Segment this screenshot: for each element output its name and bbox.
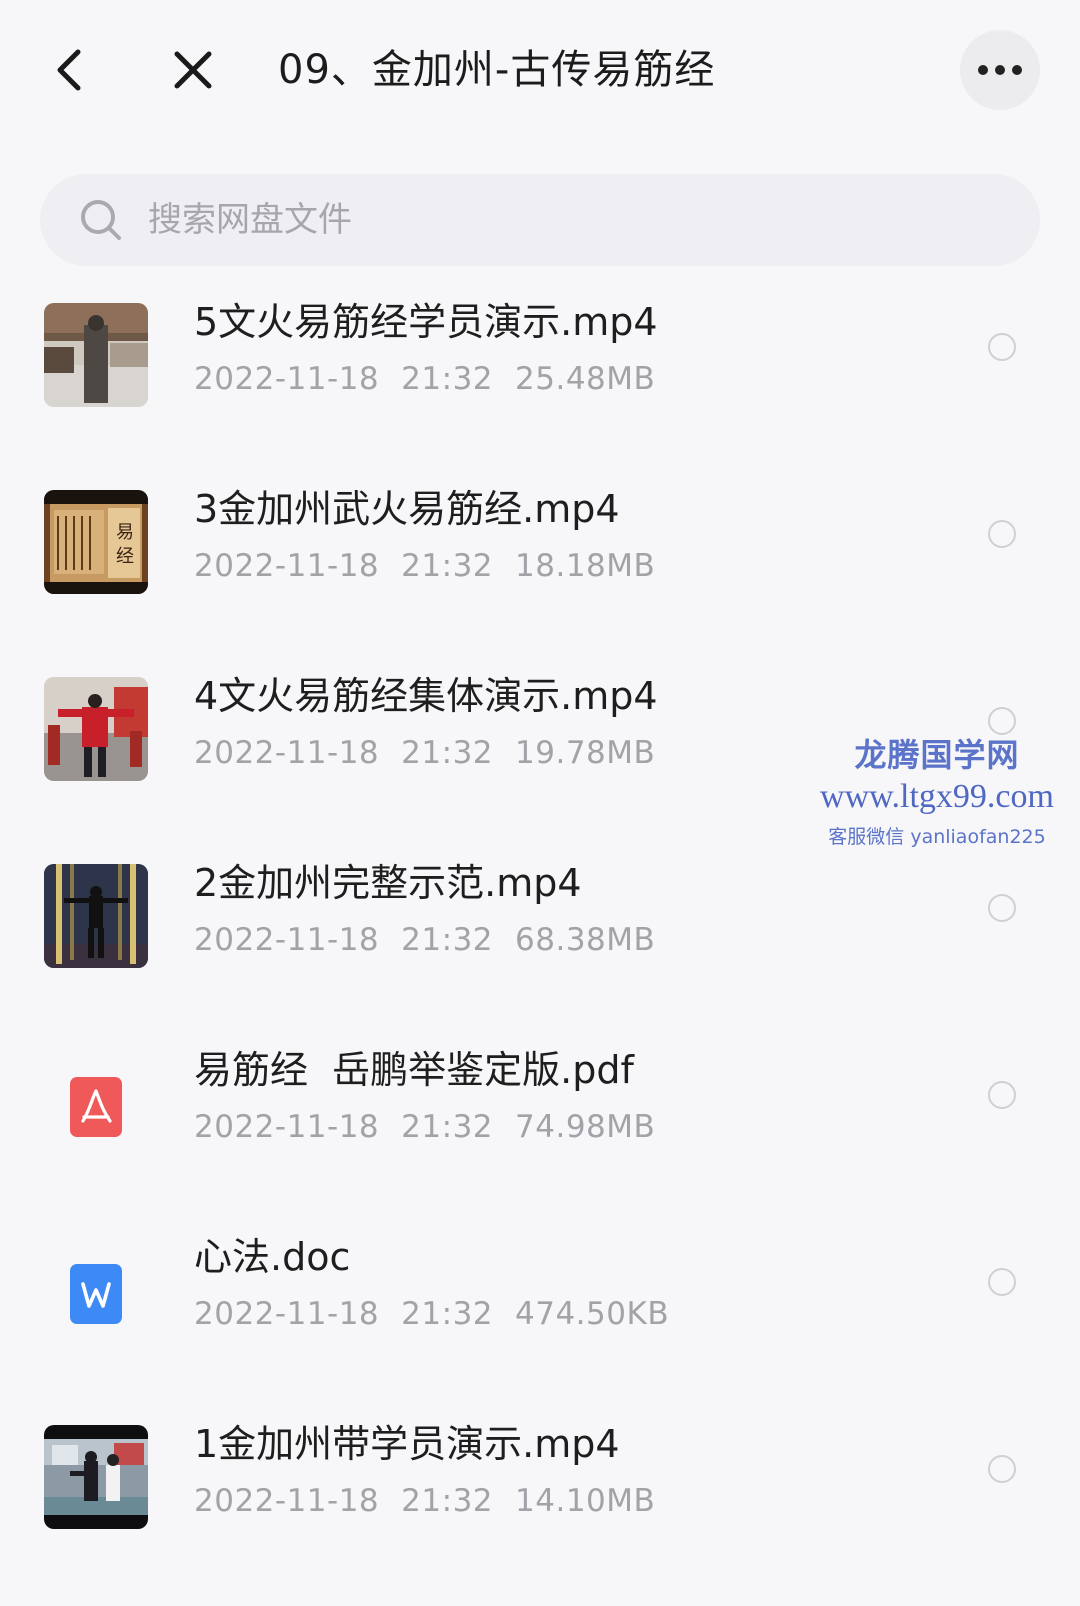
select-radio[interactable] <box>988 1081 1016 1109</box>
file-time: 21:32 <box>401 1483 494 1519</box>
file-name: 心法.doc <box>194 1235 351 1279</box>
select-radio[interactable] <box>988 333 1016 361</box>
file-date: 2022-11-18 <box>194 548 380 584</box>
file-time: 21:32 <box>401 548 494 584</box>
close-icon <box>174 51 212 89</box>
video-thumbnail <box>44 1425 148 1529</box>
file-size: 74.98MB <box>515 1109 656 1145</box>
file-row[interactable]: 2金加州完整示范.mp4 2022-11-18 21:32 68.38MB <box>0 838 1080 1025</box>
svg-text:经: 经 <box>116 546 134 567</box>
word-icon <box>70 1264 122 1324</box>
watermark-url: www.ltgx99.com <box>820 778 1054 815</box>
file-meta: 2022-11-18 21:32 474.50KB <box>194 1292 691 1336</box>
file-size: 18.18MB <box>515 548 656 584</box>
file-date: 2022-11-18 <box>194 1296 380 1332</box>
file-time: 21:32 <box>401 922 494 958</box>
more-options-button[interactable] <box>960 30 1040 110</box>
search-input[interactable] <box>148 190 928 250</box>
select-radio[interactable] <box>988 894 1016 922</box>
more-dot-icon <box>995 65 1005 75</box>
file-time: 21:32 <box>401 1296 494 1332</box>
file-row[interactable]: 易筋经 岳鹏举鉴定版.pdf 2022-11-18 21:32 74.98MB <box>0 1025 1080 1212</box>
file-meta: 2022-11-18 21:32 18.18MB <box>194 544 677 588</box>
file-name: 5文火易筋经学员演示.mp4 <box>194 300 658 344</box>
select-radio[interactable] <box>988 707 1016 735</box>
search-icon <box>81 200 121 240</box>
watermark-contact: 客服微信 yanliaofan225 <box>828 826 1046 848</box>
file-date: 2022-11-18 <box>194 735 380 771</box>
file-size: 68.38MB <box>515 922 656 958</box>
file-row[interactable]: 5文火易筋经学员演示.mp4 2022-11-18 21:32 25.48MB <box>0 277 1080 464</box>
select-radio[interactable] <box>988 1268 1016 1296</box>
file-date: 2022-11-18 <box>194 1109 380 1145</box>
search-bar[interactable] <box>40 174 1040 266</box>
pdf-icon <box>70 1077 122 1137</box>
file-name: 2金加州完整示范.mp4 <box>194 861 582 905</box>
file-name: 3金加州武火易筋经.mp4 <box>194 487 620 531</box>
more-dot-icon <box>1012 65 1022 75</box>
file-name: 4文火易筋经集体演示.mp4 <box>194 674 658 718</box>
file-name: 1金加州带学员演示.mp4 <box>194 1422 620 1466</box>
file-size: 474.50KB <box>515 1296 670 1332</box>
select-radio[interactable] <box>988 1455 1016 1483</box>
page-title: 09、金加州-古传易筋经 <box>278 47 716 93</box>
watermark: 龙腾国学网 www.ltgx99.com 客服微信 yanliaofan225 <box>812 735 1062 855</box>
select-radio[interactable] <box>988 520 1016 548</box>
file-size: 25.48MB <box>515 361 656 397</box>
file-row[interactable]: 易 经 3金加州武火易筋经.mp4 2022-11-18 21:32 18.18MB <box>0 464 1080 651</box>
file-time: 21:32 <box>401 735 494 771</box>
file-meta: 2022-11-18 21:32 25.48MB <box>194 357 677 401</box>
file-row[interactable]: 1金加州带学员演示.mp4 2022-11-18 21:32 14.10MB <box>0 1399 1080 1586</box>
video-thumbnail <box>44 677 148 781</box>
video-thumbnail <box>44 303 148 407</box>
svg-text:易: 易 <box>116 522 134 543</box>
file-meta: 2022-11-18 21:32 74.98MB <box>194 1105 677 1149</box>
file-date: 2022-11-18 <box>194 1483 380 1519</box>
back-button[interactable] <box>44 40 94 100</box>
file-name: 易筋经 岳鹏举鉴定版.pdf <box>194 1048 634 1092</box>
video-thumbnail <box>44 864 148 968</box>
file-size: 14.10MB <box>515 1483 656 1519</box>
file-size: 19.78MB <box>515 735 656 771</box>
file-date: 2022-11-18 <box>194 922 380 958</box>
more-dot-icon <box>978 65 988 75</box>
file-meta: 2022-11-18 21:32 68.38MB <box>194 918 677 962</box>
file-row[interactable]: 心法.doc 2022-11-18 21:32 474.50KB <box>0 1212 1080 1399</box>
file-time: 21:32 <box>401 361 494 397</box>
close-button[interactable] <box>165 40 221 100</box>
watermark-title: 龙腾国学网 <box>854 736 1020 774</box>
file-list: 5文火易筋经学员演示.mp4 2022-11-18 21:32 25.48MB <box>0 277 1080 1586</box>
chevron-left-icon <box>57 49 81 91</box>
top-bar: 09、金加州-古传易筋经 <box>0 0 1080 150</box>
file-meta: 2022-11-18 21:32 14.10MB <box>194 1479 677 1523</box>
video-thumbnail: 易 经 <box>44 490 148 594</box>
file-time: 21:32 <box>401 1109 494 1145</box>
file-meta: 2022-11-18 21:32 19.78MB <box>194 731 677 775</box>
file-date: 2022-11-18 <box>194 361 380 397</box>
